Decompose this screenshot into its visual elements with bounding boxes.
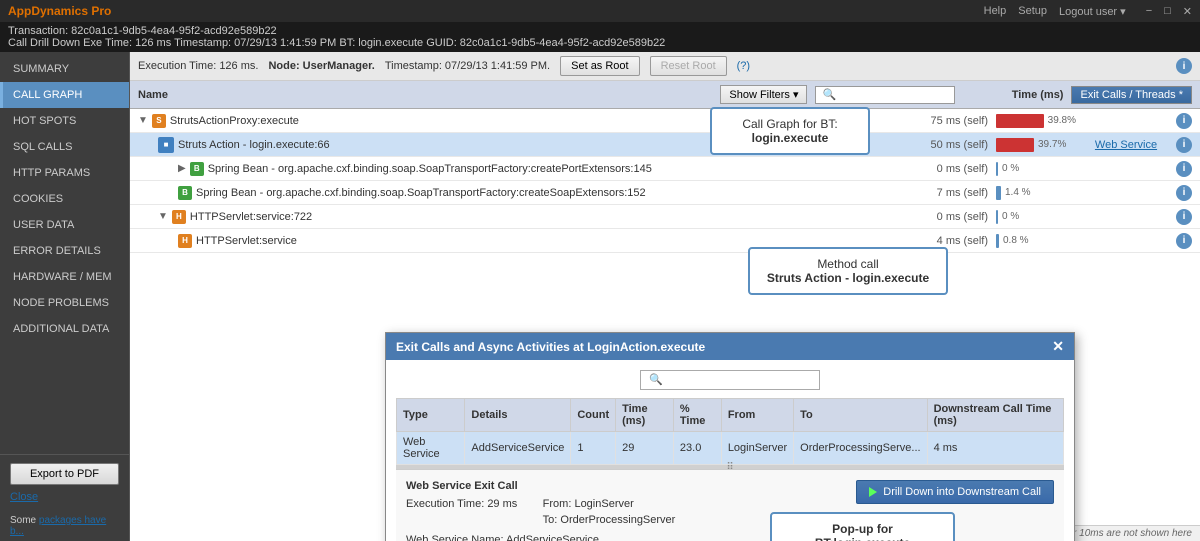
bottom-sidebar: Export to PDF Close bbox=[0, 454, 129, 511]
sidebar-item-sql-calls[interactable]: SQL CALLS bbox=[0, 134, 129, 160]
table-row[interactable]: Web Service AddServiceService 1 29 23.0 … bbox=[397, 432, 1064, 465]
modal-table: Type Details Count Time (ms) % Time From… bbox=[396, 398, 1064, 465]
col-details: Details bbox=[465, 399, 571, 432]
cell-type: Web Service bbox=[397, 432, 465, 465]
modal-body: Type Details Count Time (ms) % Time From… bbox=[386, 360, 1074, 541]
drill-down-button[interactable]: Drill Down into Downstream Call bbox=[856, 480, 1054, 504]
col-time: Time (ms) bbox=[616, 399, 674, 432]
top-bar-right: Help Setup Logout user ▾ − □ ✕ bbox=[984, 5, 1192, 18]
detail-grid: Execution Time: 29 ms From: LoginServer … bbox=[406, 498, 675, 526]
top-bar-left: AppDynamics Pro bbox=[8, 4, 111, 18]
cell-to: OrderProcessingServe... bbox=[794, 432, 927, 465]
modal-overlay: Exit Calls and Async Activities at Login… bbox=[130, 52, 1200, 541]
callout-popup: Pop-up for BT:login.execute in Struts Ac… bbox=[770, 512, 955, 541]
sidebar-item-error-details[interactable]: ERROR DETAILS bbox=[0, 238, 129, 264]
cell-time: 29 bbox=[616, 432, 674, 465]
setup-link[interactable]: Setup bbox=[1018, 5, 1047, 18]
transaction-id: Transaction: 82c0a1c1-9db5-4ea4-95f2-acd… bbox=[8, 25, 1192, 37]
sidebar-item-http-params[interactable]: HTTP PARAMS bbox=[0, 160, 129, 186]
sidebar-item-additional-data[interactable]: ADDITIONAL DATA bbox=[0, 316, 129, 342]
sidebar-item-call-graph[interactable]: CALL GRAPH bbox=[0, 82, 129, 108]
drill-play-icon bbox=[869, 487, 877, 497]
transaction-bar: Transaction: 82c0a1c1-9db5-4ea4-95f2-acd… bbox=[0, 22, 1200, 52]
service-name: Web Service Name: AddServiceService bbox=[406, 534, 675, 541]
cell-from: LoginServer bbox=[721, 432, 793, 465]
main-layout: SUMMARY CALL GRAPH HOT SPOTS SQL CALLS H… bbox=[0, 52, 1200, 541]
packages-note: Some packages have b... bbox=[0, 511, 129, 541]
drill-down-info: Call Drill Down Exe Time: 126 ms Timesta… bbox=[8, 37, 1192, 49]
modal-search-input[interactable] bbox=[640, 370, 820, 390]
close-link[interactable]: Close bbox=[10, 491, 38, 503]
col-pct: % Time bbox=[673, 399, 721, 432]
help-link[interactable]: Help bbox=[984, 5, 1007, 18]
exit-calls-modal: Exit Calls and Async Activities at Login… bbox=[385, 332, 1075, 541]
sidebar-item-hot-spots[interactable]: HOT SPOTS bbox=[0, 108, 129, 134]
sidebar-item-user-data[interactable]: USER DATA bbox=[0, 212, 129, 238]
from-detail: From: LoginServer bbox=[543, 498, 676, 510]
cell-count: 1 bbox=[571, 432, 616, 465]
modal-title-bar: Exit Calls and Async Activities at Login… bbox=[386, 333, 1074, 360]
col-type: Type bbox=[397, 399, 465, 432]
sidebar-item-hardware-mem[interactable]: HARDWARE / MEM bbox=[0, 264, 129, 290]
detail-title: Web Service Exit Call bbox=[406, 480, 675, 492]
sidebar-item-cookies[interactable]: COOKIES bbox=[0, 186, 129, 212]
content-area: Execution Time: 126 ms. Node: UserManage… bbox=[130, 52, 1200, 541]
col-from: From bbox=[721, 399, 793, 432]
maximize-btn[interactable]: □ bbox=[1164, 5, 1171, 18]
callout-popup-title: Pop-up for BT:login.execute bbox=[784, 522, 941, 541]
col-to: To bbox=[794, 399, 927, 432]
cell-downstream: 4 ms bbox=[927, 432, 1063, 465]
modal-title: Exit Calls and Async Activities at Login… bbox=[396, 340, 705, 354]
close-btn[interactable]: ✕ bbox=[1183, 5, 1192, 18]
packages-text: Some bbox=[10, 515, 36, 526]
modal-search bbox=[396, 370, 1064, 390]
top-bar: AppDynamics Pro Help Setup Logout user ▾… bbox=[0, 0, 1200, 22]
col-count: Count bbox=[571, 399, 616, 432]
sidebar-item-summary[interactable]: SUMMARY bbox=[0, 56, 129, 82]
to-detail: To: OrderProcessingServer bbox=[543, 514, 676, 526]
sidebar-item-node-problems[interactable]: NODE PROBLEMS bbox=[0, 290, 129, 316]
exec-time-detail: Execution Time: 29 ms bbox=[406, 498, 539, 510]
minimize-btn[interactable]: − bbox=[1146, 5, 1152, 18]
export-to-pdf-button[interactable]: Export to PDF bbox=[10, 463, 119, 485]
app-logo: AppDynamics Pro bbox=[8, 4, 111, 18]
modal-detail: Web Service Exit Call Execution Time: 29… bbox=[396, 469, 1064, 541]
cell-details: AddServiceService bbox=[465, 432, 571, 465]
modal-close-button[interactable]: ✕ bbox=[1052, 338, 1064, 355]
drill-label: Drill Down into Downstream Call bbox=[883, 486, 1041, 498]
cell-pct: 23.0 bbox=[673, 432, 721, 465]
sidebar: SUMMARY CALL GRAPH HOT SPOTS SQL CALLS H… bbox=[0, 52, 130, 541]
col-downstream: Downstream Call Time (ms) bbox=[927, 399, 1063, 432]
logout-link[interactable]: Logout user ▾ bbox=[1059, 5, 1126, 18]
